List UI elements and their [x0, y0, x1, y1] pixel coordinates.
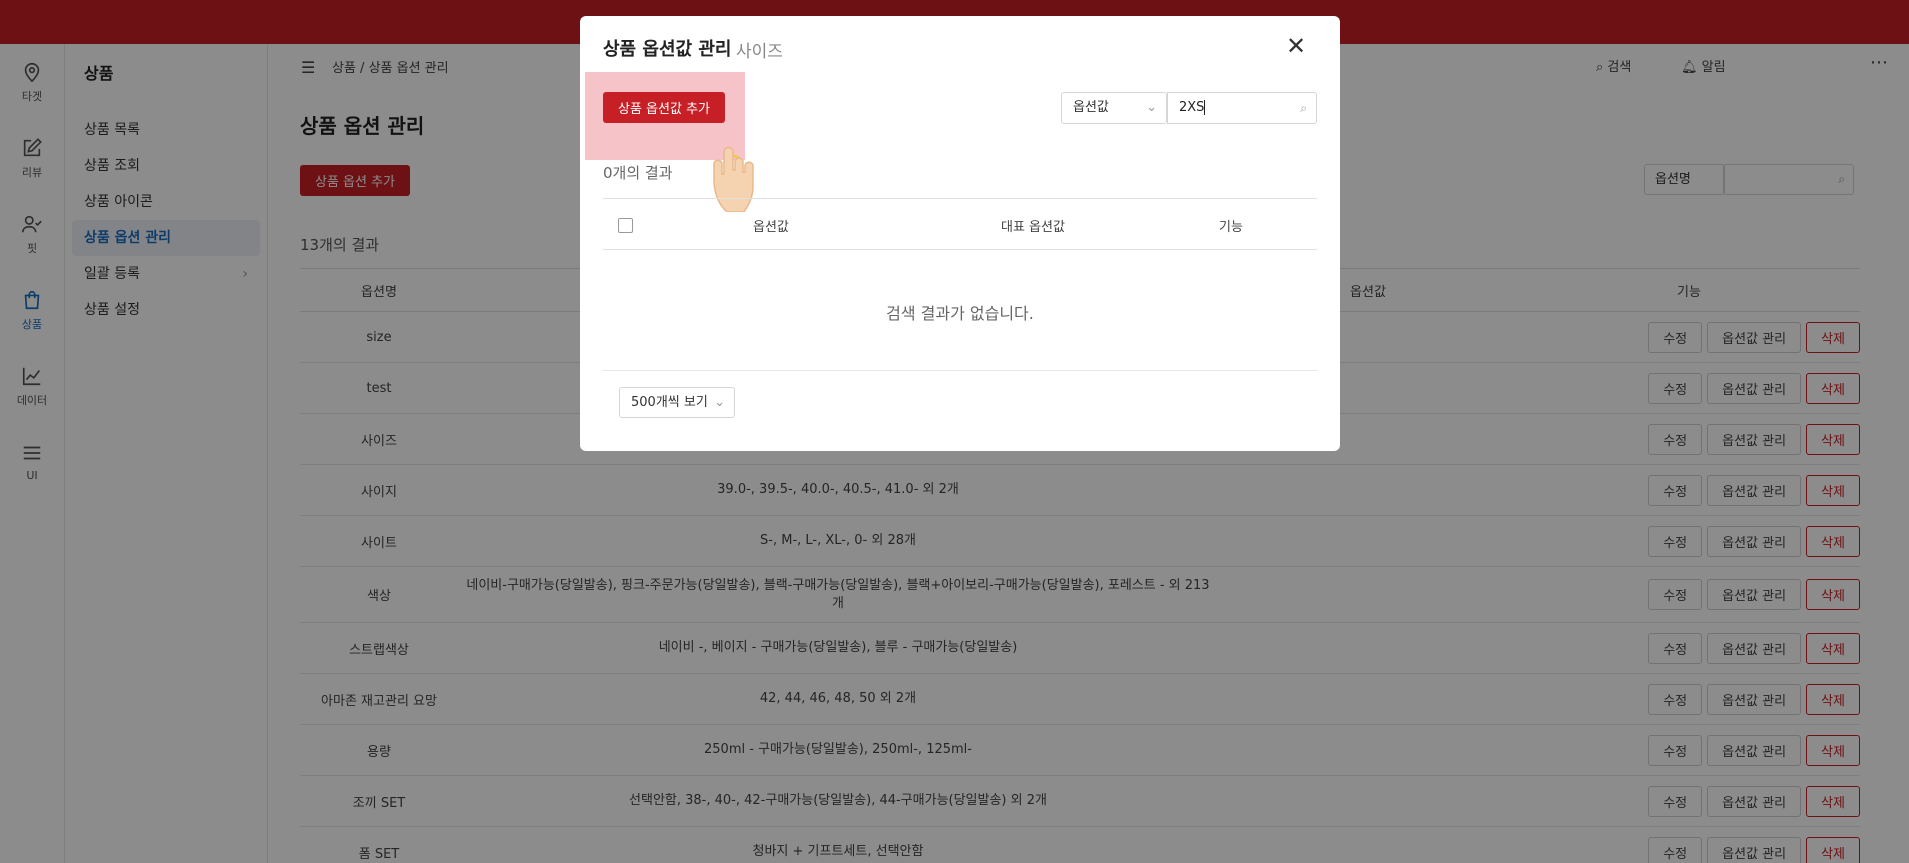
- text-cursor: [1204, 100, 1206, 115]
- modal-subtitle: 사이즈: [736, 42, 783, 62]
- modal-table-header: 옵션값 대표 옵션값 기능: [603, 198, 1317, 250]
- chevron-down-icon: ⌄: [1146, 100, 1157, 115]
- search-icon[interactable]: ⌕: [1300, 93, 1307, 123]
- select-value: 옵션값: [1073, 100, 1109, 115]
- divider: [603, 370, 1317, 371]
- option-value-search-input[interactable]: 2XS ⌕: [1167, 92, 1317, 124]
- pointer-hand-icon: [713, 146, 754, 212]
- page-size-select[interactable]: 500개씩 보기 ⌄: [619, 387, 735, 418]
- column-header-representative: 대표 옵션값: [1001, 220, 1065, 235]
- modal-title: 상품 옵션값 관리: [603, 39, 732, 60]
- column-header-value: 옵션값: [753, 220, 789, 235]
- close-icon[interactable]: ✕: [1286, 32, 1306, 60]
- search-input-value: 2XS: [1179, 100, 1205, 115]
- empty-state-message: 검색 결과가 없습니다.: [886, 304, 1034, 323]
- page-size-value: 500개씩 보기: [631, 395, 708, 410]
- chevron-down-icon: ⌄: [714, 395, 725, 410]
- modal-result-count: 0개의 결과: [603, 164, 673, 182]
- option-value-field-select[interactable]: 옵션값 ⌄: [1061, 92, 1167, 124]
- option-values-modal: 상품 옵션값 관리 사이즈 ✕ 상품 옵션값 추가 옵션값 ⌄ 2XS ⌕ 0개…: [580, 16, 1340, 451]
- select-all-checkbox[interactable]: [618, 218, 633, 233]
- column-header-actions: 기능: [1219, 220, 1243, 235]
